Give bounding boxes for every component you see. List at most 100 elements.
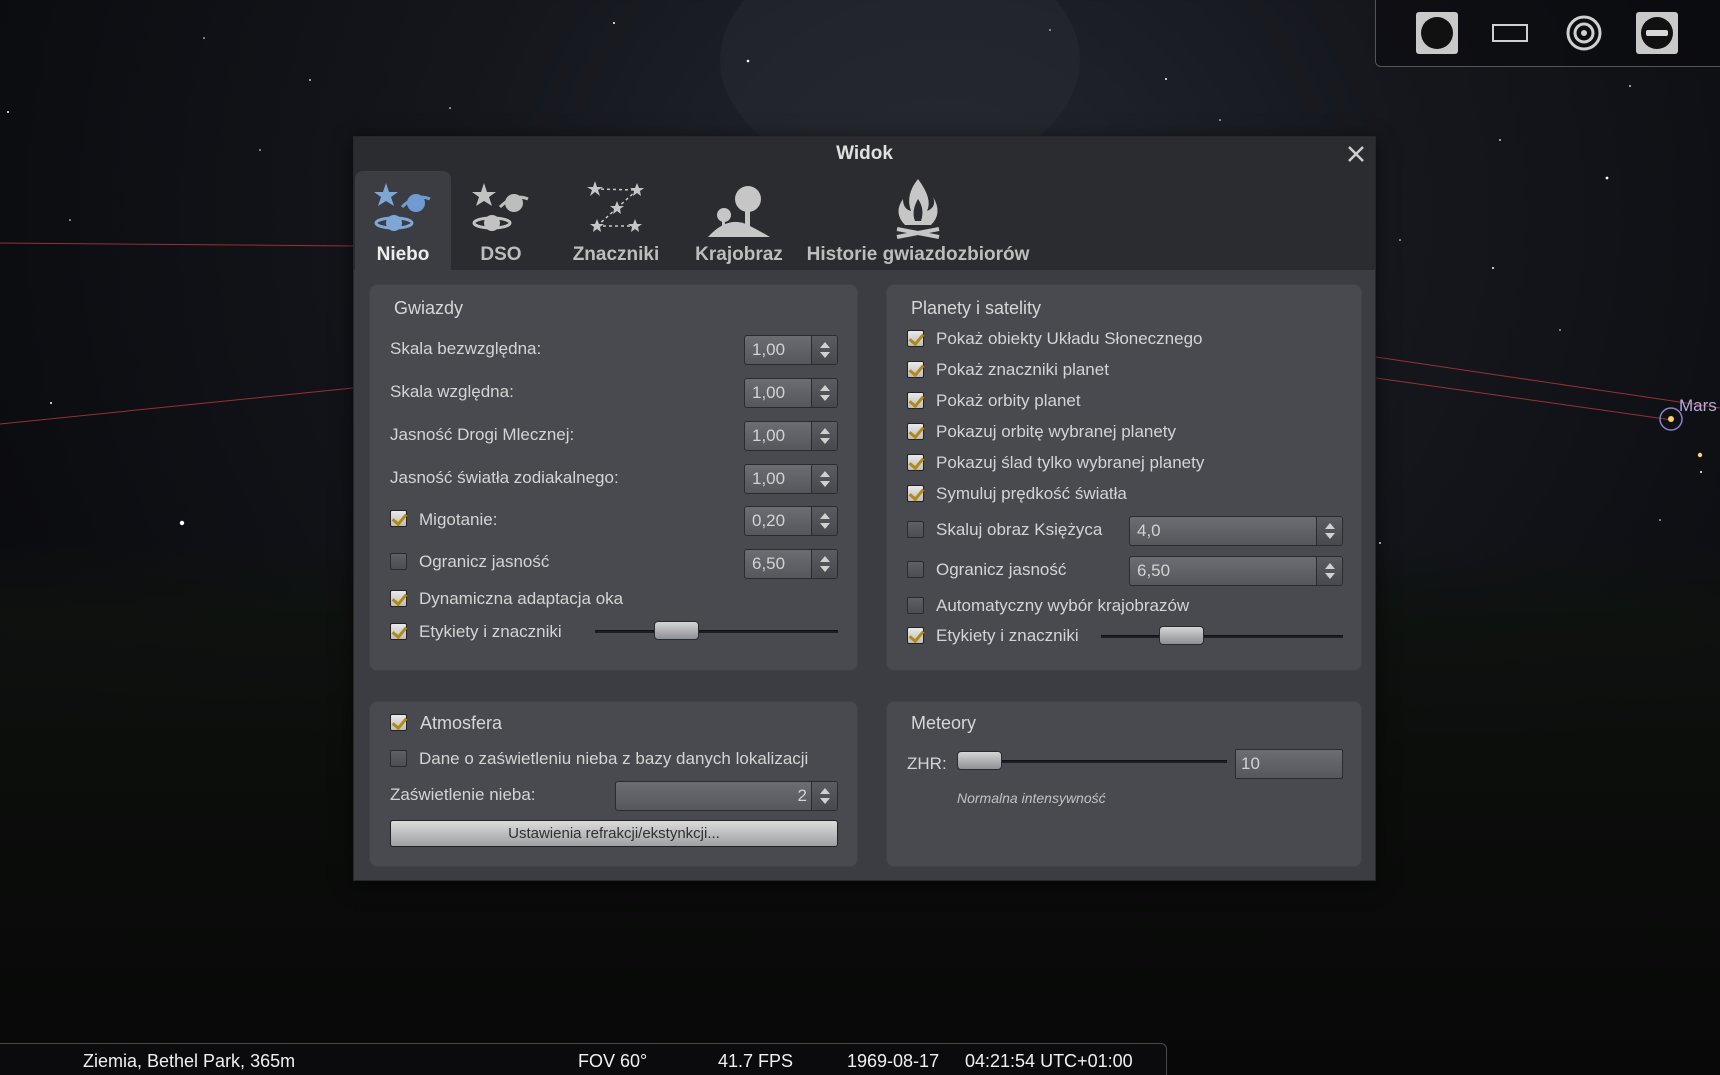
- fov-readout: FOV 60°: [578, 1051, 648, 1071]
- mars-label[interactable]: Mars: [1679, 396, 1717, 416]
- orbit-line-right-2: [1375, 377, 1673, 421]
- solar-system-label: Pokaż obiekty Układu Słonecznego: [936, 329, 1203, 348]
- close-button[interactable]: [1343, 141, 1369, 167]
- light-pollution-label: Zaświetlenie nieba:: [390, 785, 536, 804]
- milky-way-spinbox[interactable]: 1,00: [744, 421, 838, 451]
- spin-buttons[interactable]: [1316, 557, 1342, 585]
- spin-buttons[interactable]: [1316, 517, 1342, 545]
- light-speed-label: Symuluj prędkość światła: [936, 484, 1127, 503]
- tab-dso[interactable]: DSO: [458, 171, 544, 270]
- stars-group: Gwiazdy Skala bezwzględna: 1,00 Skala wz…: [369, 284, 858, 671]
- top-right-toolbar: [1375, 0, 1720, 67]
- star-labels-label: Etykiety i znaczniki: [419, 622, 562, 641]
- atmosphere-group: Atmosfera Dane o zaświetleniu nieba z ba…: [369, 701, 858, 867]
- refraction-settings-button[interactable]: Ustawienia refrakcji/ekstynkcji...: [390, 820, 838, 847]
- relative-scale-spinbox[interactable]: 1,00: [744, 378, 838, 408]
- night-mode-button[interactable]: [1416, 12, 1458, 54]
- planet-labels-slider-handle[interactable]: [1159, 626, 1204, 645]
- spin-value: 2: [797, 786, 807, 805]
- selected-trail-checkbox[interactable]: [907, 454, 924, 471]
- limit-magnitude-checkbox[interactable]: [390, 553, 407, 570]
- selected-orbit-label: Pokazuj orbitę wybranej planety: [936, 422, 1177, 441]
- planet-limit-magnitude-spinbox[interactable]: 6,50: [1129, 556, 1343, 586]
- eye-adaptation-checkbox[interactable]: [390, 590, 407, 607]
- spin-buttons[interactable]: [811, 782, 837, 810]
- view-dialog: Widok Niebo DSO Znaczniki Krajobraz Hist…: [353, 136, 1376, 881]
- spin-value: 1,00: [752, 426, 786, 445]
- intensity-note: Normalna intensywność: [957, 790, 1106, 806]
- toolbar-toggle-icon: [1641, 17, 1673, 49]
- fps-readout: 41.7 FPS: [718, 1051, 794, 1071]
- spin-value: 0,20: [752, 511, 786, 530]
- planet-labels-slider-track[interactable]: [1101, 635, 1343, 638]
- twinkle-spinbox[interactable]: 0,20: [744, 506, 838, 536]
- tab-bar: Niebo DSO Znaczniki Krajobraz Historie g…: [354, 171, 1375, 270]
- planet-markers-checkbox[interactable]: [907, 361, 924, 378]
- light-pollution-spinbox[interactable]: 2: [615, 781, 838, 811]
- zhr-input[interactable]: 10: [1235, 749, 1343, 779]
- spin-value: 6,50: [752, 554, 786, 573]
- spin-buttons[interactable]: [811, 422, 837, 450]
- star-labels-slider-handle[interactable]: [654, 621, 699, 640]
- planet-labels-checkbox[interactable]: [907, 627, 924, 644]
- tab-niebo[interactable]: Niebo: [355, 171, 451, 270]
- tab-historie[interactable]: Historie gwiazdozbiorów: [798, 171, 1038, 270]
- limit-magnitude-label: Ogranicz jasność: [419, 552, 550, 571]
- dialog-titlebar[interactable]: Widok: [354, 137, 1375, 171]
- twinkle-checkbox[interactable]: [390, 510, 407, 527]
- moon-scale-checkbox[interactable]: [907, 521, 924, 538]
- spin-buttons[interactable]: [811, 550, 837, 578]
- tab-label: Krajobraz: [695, 244, 783, 265]
- tab-label: DSO: [480, 244, 522, 265]
- moon-scale-label: Skaluj obraz Księżyca: [936, 520, 1103, 539]
- solar-system-checkbox[interactable]: [907, 330, 924, 347]
- dso-icon: [472, 183, 529, 231]
- zodiacal-spinbox[interactable]: 1,00: [744, 464, 838, 494]
- time-readout[interactable]: 04:21:54 UTC+01:00: [965, 1044, 1133, 1075]
- night-mode-icon: [1421, 17, 1453, 49]
- location-readout[interactable]: Ziemia, Bethel Park, 365m: [83, 1044, 295, 1075]
- planet-markers-label: Pokaż znaczniki planet: [936, 360, 1109, 379]
- selected-orbit-checkbox[interactable]: [907, 423, 924, 440]
- date-readout[interactable]: 1969-08-17: [847, 1044, 939, 1075]
- toolbar-toggle-button[interactable]: [1636, 12, 1678, 54]
- zhr-label: ZHR:: [907, 754, 947, 773]
- tab-znaczniki[interactable]: Znaczniki: [554, 171, 678, 270]
- spin-buttons[interactable]: [811, 507, 837, 535]
- meteors-group: Meteory ZHR: 10 Normalna intensywność: [886, 701, 1362, 867]
- limit-magnitude-spinbox[interactable]: 6,50: [744, 549, 838, 579]
- fullscreen-button[interactable]: [1489, 12, 1531, 54]
- eye-adaptation-label: Dynamiczna adaptacja oka: [419, 589, 624, 608]
- close-icon: [1348, 146, 1364, 162]
- zodiacal-label: Jasność światła zodiakalnego:: [390, 468, 619, 487]
- star-labels-checkbox[interactable]: [390, 623, 407, 640]
- landscape-icon: [708, 186, 770, 237]
- spin-value: 1,00: [752, 383, 786, 402]
- planets-group: Planety i satelity Pokaż obiekty Układu …: [886, 284, 1362, 671]
- auto-landscape-checkbox[interactable]: [907, 597, 924, 614]
- tab-krajobraz[interactable]: Krajobraz: [676, 171, 802, 270]
- light-pollution-db-checkbox[interactable]: [390, 750, 407, 767]
- target-button[interactable]: [1563, 12, 1605, 54]
- zhr-slider-handle[interactable]: [957, 751, 1002, 770]
- planets-group-title: Planety i satelity: [911, 298, 1042, 318]
- fullscreen-icon: [1492, 24, 1528, 42]
- absolute-scale-spinbox[interactable]: 1,00: [744, 335, 838, 365]
- spin-buttons[interactable]: [811, 379, 837, 407]
- light-speed-checkbox[interactable]: [907, 485, 924, 502]
- star-labels-slider-track[interactable]: [595, 630, 838, 633]
- planet-orbits-checkbox[interactable]: [907, 392, 924, 409]
- planet-limit-magnitude-checkbox[interactable]: [907, 561, 924, 578]
- moon-scale-spinbox[interactable]: 4,0: [1129, 516, 1343, 546]
- light-pollution-db-label: Dane o zaświetleniu nieba z bazy danych …: [419, 749, 809, 768]
- spin-buttons[interactable]: [811, 465, 837, 493]
- absolute-scale-label: Skala bezwzględna:: [390, 339, 542, 358]
- orbit-line-right: [1375, 356, 1720, 409]
- spin-value: 1,00: [752, 340, 786, 359]
- markings-icon: [587, 181, 644, 232]
- orbit-line-left: [0, 242, 354, 247]
- tab-label: Znaczniki: [572, 244, 660, 265]
- meteors-title: Meteory: [911, 713, 977, 733]
- spin-buttons[interactable]: [811, 336, 837, 364]
- atmosphere-checkbox[interactable]: [390, 714, 407, 731]
